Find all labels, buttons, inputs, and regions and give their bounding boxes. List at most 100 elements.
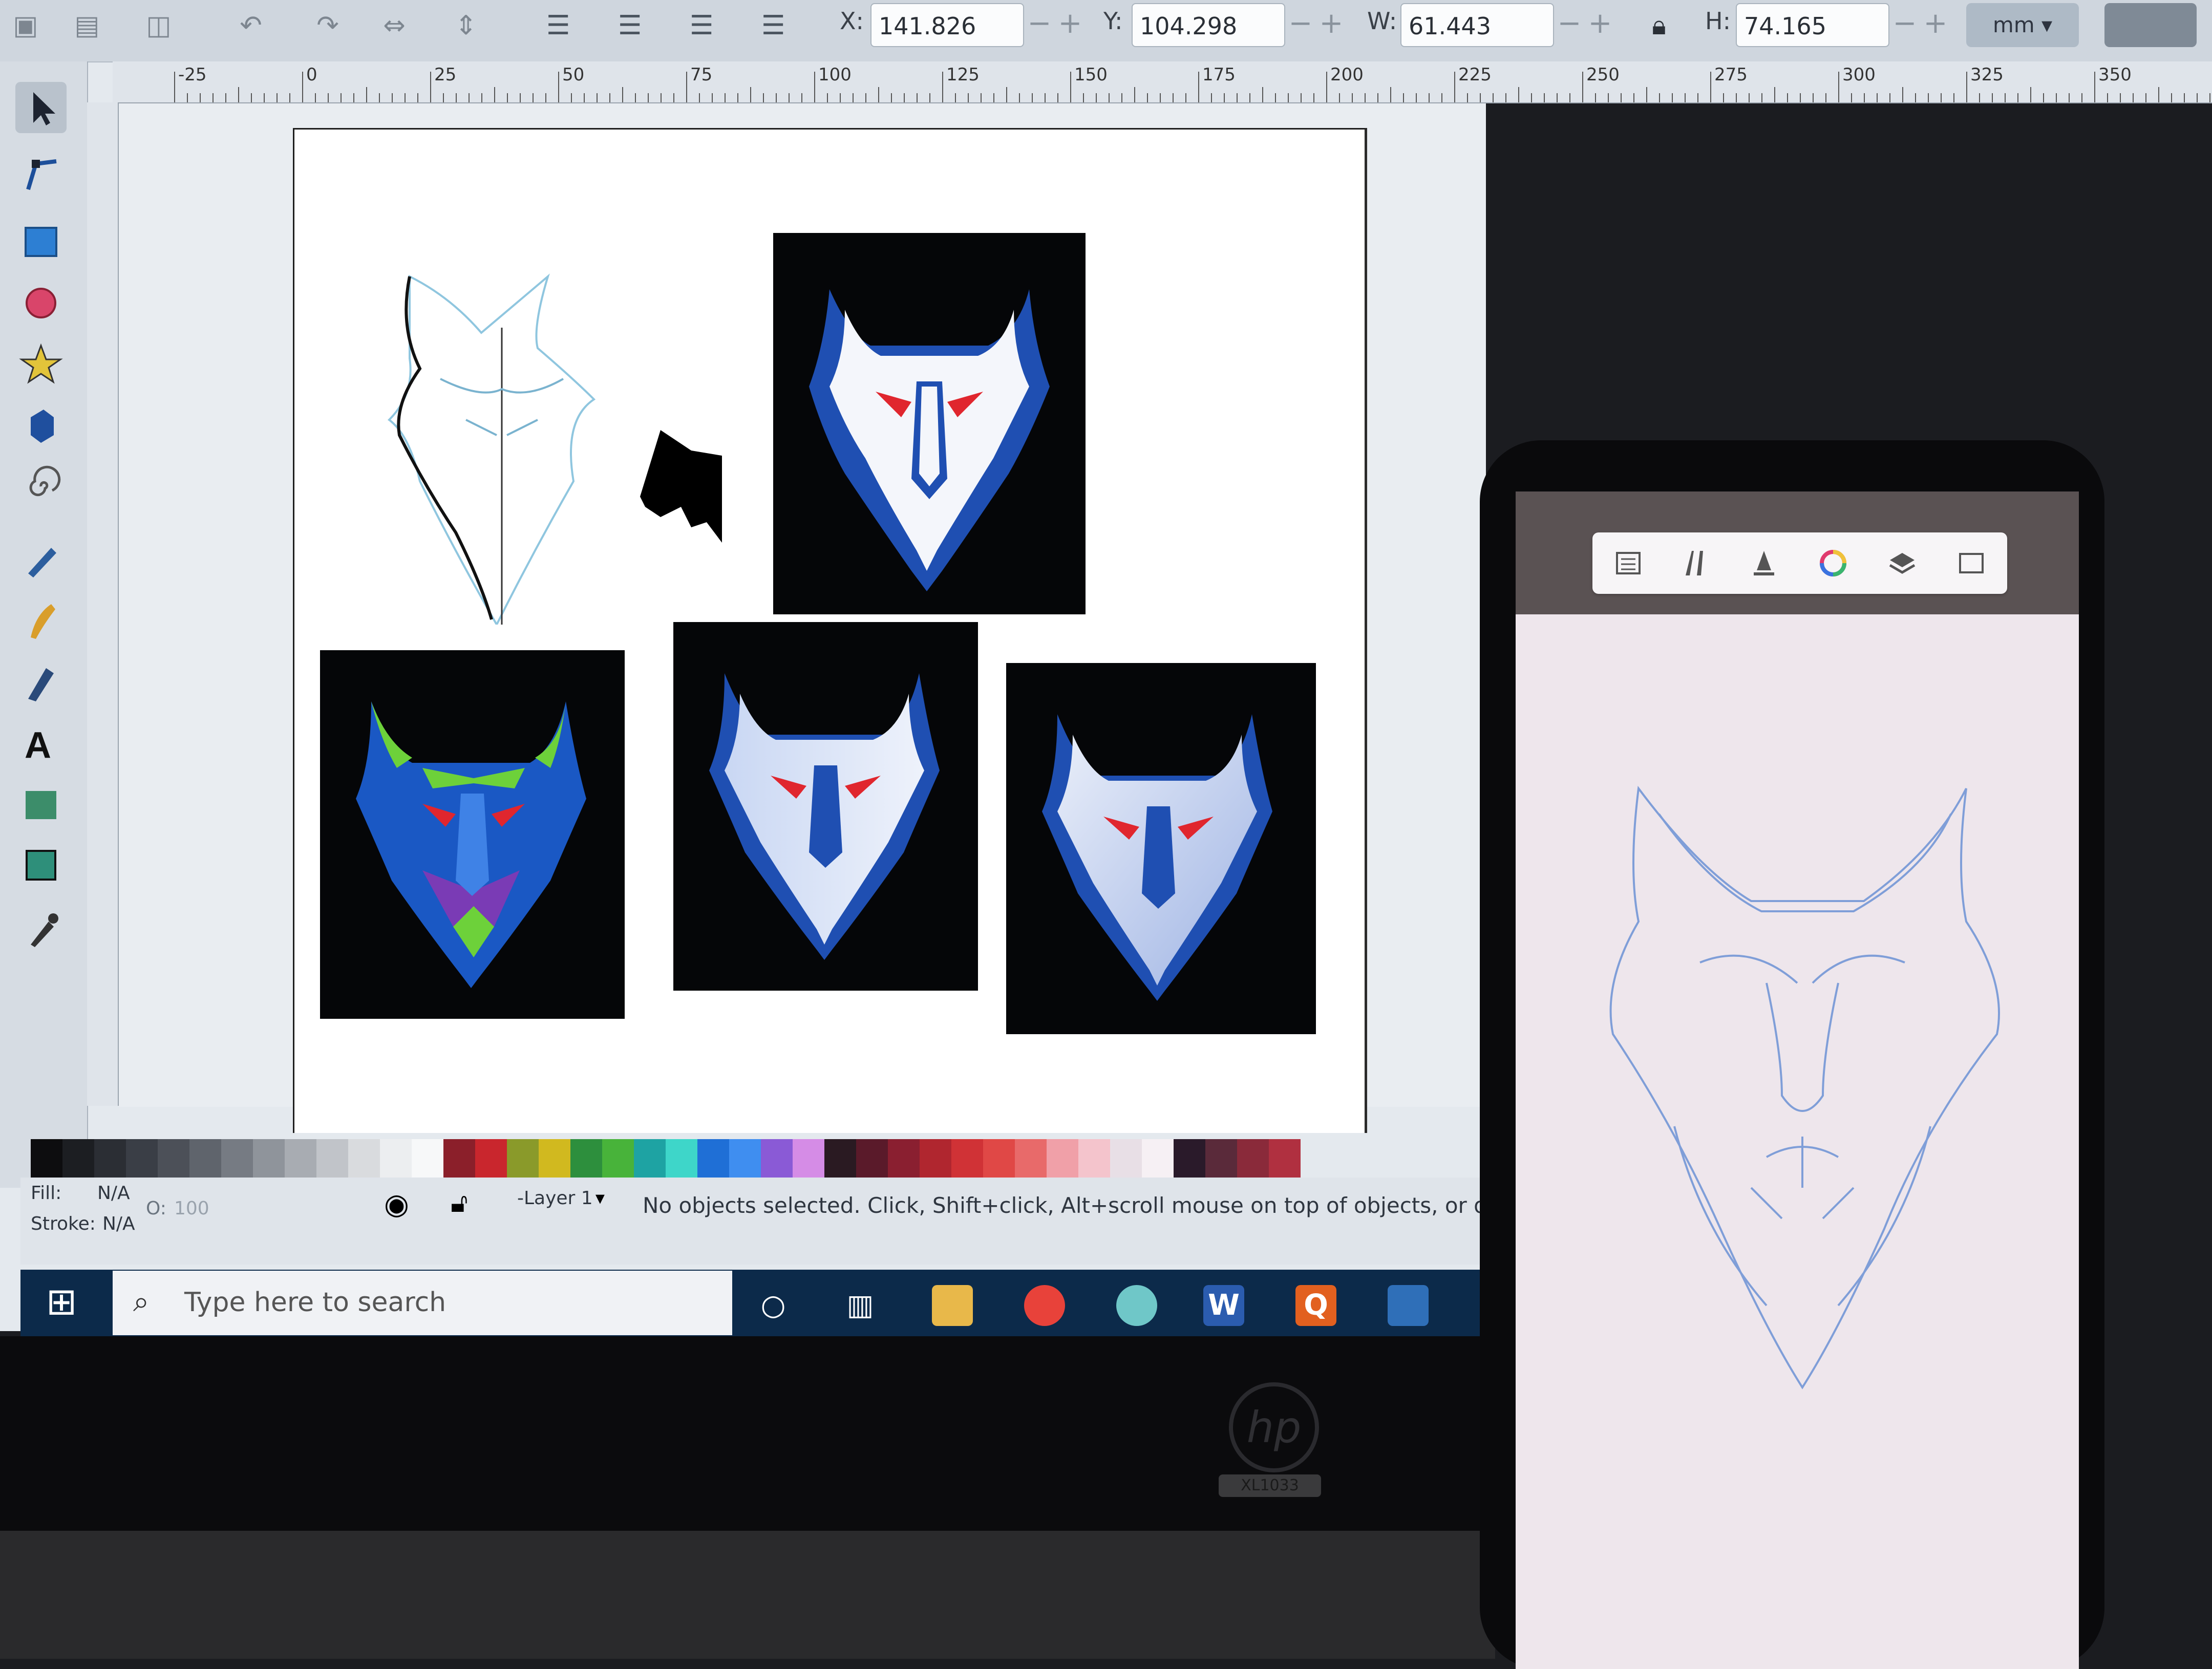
task-view-icon[interactable]: ▥ — [840, 1285, 881, 1326]
wolf-sketch[interactable] — [379, 266, 625, 625]
palette-swatch[interactable] — [475, 1139, 507, 1178]
h-decrement-button[interactable]: − — [1889, 3, 1920, 47]
q-app-icon[interactable]: Q — [1295, 1285, 1336, 1326]
color-wheel-icon[interactable] — [1818, 548, 1848, 579]
pen-tool-icon[interactable] — [15, 594, 67, 645]
krita-icon[interactable] — [1116, 1285, 1157, 1326]
palette-swatch[interactable] — [221, 1139, 253, 1178]
fill-tool-icon[interactable] — [1749, 548, 1779, 579]
canvas-frame-icon[interactable] — [1956, 548, 1987, 579]
store-icon[interactable] — [1388, 1285, 1429, 1326]
file-explorer-icon[interactable] — [932, 1285, 973, 1326]
x-increment-button[interactable]: + — [1055, 3, 1086, 47]
lower-icon[interactable]: ☰ — [686, 10, 717, 41]
palette-swatch[interactable] — [570, 1139, 602, 1178]
spiral-tool-icon[interactable] — [15, 461, 67, 512]
palette-swatch[interactable] — [1078, 1139, 1110, 1178]
layer-visibility-icon[interactable]: ◉ — [384, 1188, 409, 1221]
rectangle-tool-icon[interactable] — [15, 215, 67, 266]
palette-swatch[interactable] — [1015, 1139, 1047, 1178]
3d-box-tool-icon[interactable] — [15, 399, 67, 451]
opacity-value[interactable]: 100 — [174, 1198, 209, 1219]
h-field[interactable]: 74.165 — [1736, 3, 1889, 47]
palette-swatch[interactable] — [1174, 1139, 1205, 1178]
palette-swatch[interactable] — [729, 1139, 761, 1178]
text-tool-icon[interactable]: A — [15, 717, 67, 768]
pencil-tool-icon[interactable] — [15, 532, 67, 584]
chrome-icon[interactable] — [1024, 1285, 1065, 1326]
w-increment-button[interactable]: + — [1585, 3, 1615, 47]
palette-swatch[interactable] — [189, 1139, 221, 1178]
palette-swatch[interactable] — [253, 1139, 285, 1178]
palette-swatch[interactable] — [31, 1139, 62, 1178]
palette-swatch[interactable] — [1237, 1139, 1269, 1178]
palette-swatch[interactable] — [697, 1139, 729, 1178]
word-icon[interactable]: W — [1203, 1285, 1244, 1326]
ellipse-tool-icon[interactable] — [15, 276, 67, 328]
dropper-tool-icon[interactable] — [15, 901, 67, 952]
windows-start-icon[interactable]: ⊞ — [46, 1280, 77, 1323]
palette-swatch[interactable] — [158, 1139, 189, 1178]
rotate-cw-icon[interactable]: ↷ — [312, 10, 343, 41]
layer-dropdown[interactable]: -Layer 1 ▾ — [517, 1188, 635, 1224]
toolbar-overflow-button[interactable] — [2104, 3, 2197, 47]
palette-swatch[interactable] — [1142, 1139, 1174, 1178]
x-decrement-button[interactable]: − — [1024, 3, 1055, 47]
select-in-layers-icon[interactable]: ▤ — [72, 10, 102, 41]
mesh-tool-icon[interactable] — [15, 840, 67, 891]
raise-to-top-icon[interactable]: ☰ — [543, 10, 573, 41]
flip-vertical-icon[interactable]: ⇕ — [451, 10, 481, 41]
x-field[interactable]: 141.826 — [870, 3, 1024, 47]
palette-swatch[interactable] — [793, 1139, 824, 1178]
lock-ratio-icon[interactable]: 🔒︎ — [1644, 10, 1674, 41]
palette-swatch[interactable] — [316, 1139, 348, 1178]
layer-lock-icon[interactable]: 🔓︎ — [451, 1188, 468, 1219]
rotate-ccw-icon[interactable]: ↶ — [236, 10, 266, 41]
wolf-ear-fragment[interactable] — [630, 420, 732, 548]
lower-to-bottom-icon[interactable]: ☰ — [758, 10, 789, 41]
palette-swatch[interactable] — [1110, 1139, 1142, 1178]
star-tool-icon[interactable] — [15, 338, 67, 389]
palette-swatch[interactable] — [348, 1139, 380, 1178]
y-decrement-button[interactable]: − — [1285, 3, 1316, 47]
y-field[interactable]: 104.298 — [1132, 3, 1285, 47]
flip-horizontal-icon[interactable]: ⇔ — [379, 10, 410, 41]
palette-swatch[interactable] — [412, 1139, 443, 1178]
brush-tool-icon[interactable] — [1679, 548, 1710, 579]
palette-swatch[interactable] — [1269, 1139, 1301, 1178]
wolf-logo-blue-green[interactable] — [320, 650, 625, 1019]
palette-swatch[interactable] — [94, 1139, 126, 1178]
y-increment-button[interactable]: + — [1316, 3, 1347, 47]
palette-swatch[interactable] — [761, 1139, 793, 1178]
cortana-icon[interactable]: ○ — [753, 1285, 794, 1326]
raise-icon[interactable]: ☰ — [614, 10, 645, 41]
gradient-tool-icon[interactable] — [15, 778, 67, 829]
units-dropdown[interactable]: mm ▾ — [1966, 3, 2079, 47]
palette-swatch[interactable] — [888, 1139, 920, 1178]
color-palette[interactable] — [31, 1139, 1490, 1178]
deselect-icon[interactable]: ◫ — [143, 10, 174, 41]
palette-swatch[interactable] — [1047, 1139, 1078, 1178]
node-tool-icon[interactable] — [15, 148, 67, 200]
palette-swatch[interactable] — [856, 1139, 888, 1178]
palette-swatch[interactable] — [380, 1139, 412, 1178]
menu-list-icon[interactable] — [1613, 548, 1644, 579]
palette-swatch[interactable] — [285, 1139, 316, 1178]
palette-swatch[interactable] — [951, 1139, 983, 1178]
taskbar-search-box[interactable]: ⌕ Type here to search — [113, 1271, 732, 1335]
palette-swatch[interactable] — [602, 1139, 634, 1178]
palette-swatch[interactable] — [126, 1139, 158, 1178]
select-all-icon[interactable]: ▣ — [10, 10, 41, 41]
layers-icon[interactable] — [1887, 548, 1918, 579]
calligraphy-tool-icon[interactable] — [15, 655, 67, 707]
wolf-logo-gradient-2[interactable] — [1006, 663, 1316, 1034]
h-increment-button[interactable]: + — [1920, 3, 1951, 47]
w-field[interactable]: 61.443 — [1400, 3, 1554, 47]
palette-swatch[interactable] — [920, 1139, 951, 1178]
wolf-logo-white-blue[interactable] — [773, 233, 1086, 614]
w-decrement-button[interactable]: − — [1554, 3, 1585, 47]
palette-swatch[interactable] — [1205, 1139, 1237, 1178]
palette-swatch[interactable] — [634, 1139, 666, 1178]
palette-swatch[interactable] — [824, 1139, 856, 1178]
palette-swatch[interactable] — [666, 1139, 697, 1178]
